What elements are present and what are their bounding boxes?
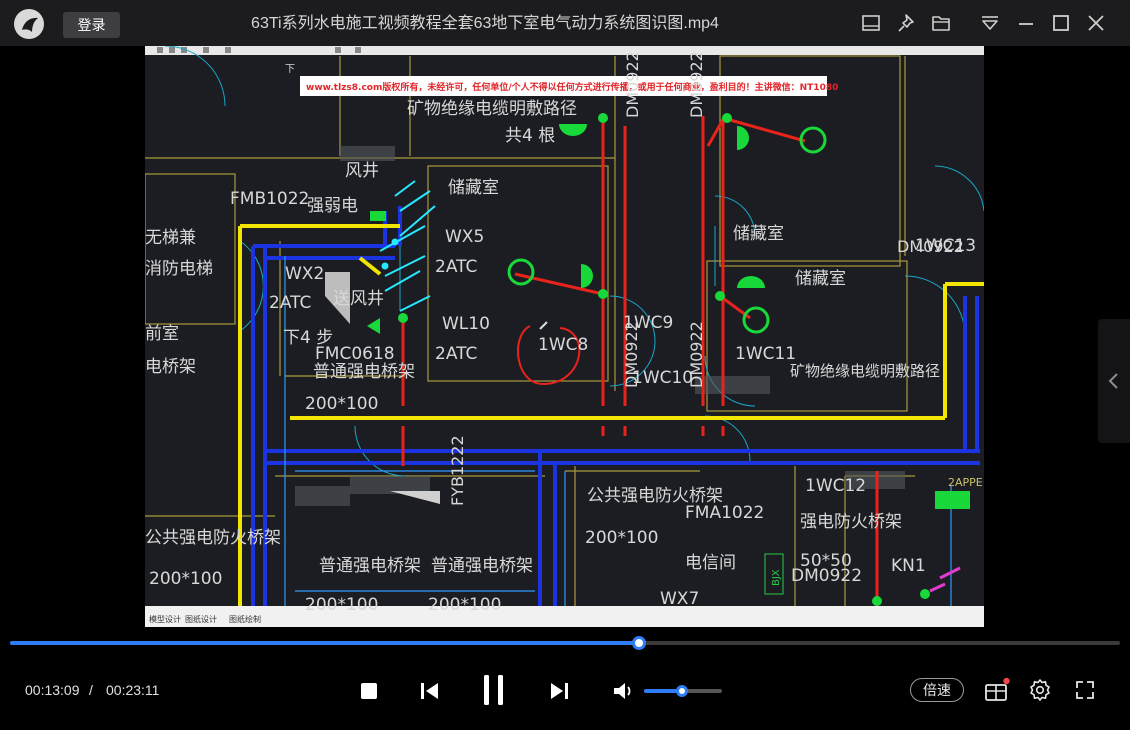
volume-icon: [614, 683, 631, 699]
label-fmb: FMB1022: [230, 189, 309, 209]
label-wc10: 1WC10: [632, 368, 693, 388]
label-cable-route-right: 矿物绝缘电缆明敷路径: [790, 362, 940, 380]
label-dm0922-c: DM0922: [622, 321, 641, 388]
volume-button[interactable]: [611, 680, 635, 707]
video-frame[interactable]: 模型设计 图纸设计 图纸绘制 www.tlzs8.com版权所有，未经许可，任何…: [145, 46, 984, 627]
label-dm0922-d: DM0922: [687, 321, 706, 388]
label-front-room: 前室: [145, 324, 179, 344]
close-icon[interactable]: [1085, 12, 1107, 34]
label-size-4: 200*100: [305, 595, 378, 615]
label-dm0922-b: DM0922: [687, 51, 706, 118]
next-button[interactable]: [547, 680, 571, 707]
label-storage-3: 储藏室: [795, 269, 846, 289]
previous-icon: [421, 683, 438, 699]
side-panel-toggle[interactable]: [1098, 319, 1130, 443]
cad-status-tab-1[interactable]: 模型设计: [149, 614, 181, 624]
current-time: 00:13:09: [25, 682, 80, 698]
gift-icon: [985, 677, 1010, 701]
label-elevator-2: 消防电梯: [145, 259, 213, 279]
video-area[interactable]: 模型设计 图纸设计 图纸绘制 www.tlzs8.com版权所有，未经许可，任何…: [0, 46, 1130, 627]
time-separator: /: [89, 682, 93, 698]
cad-status-tab-3[interactable]: 图纸绘制: [229, 614, 261, 624]
cad-status-tab-2[interactable]: 图纸设计: [185, 614, 217, 624]
label-kn1: KN1: [891, 556, 926, 576]
progress-fill: [10, 641, 640, 645]
label-wx7: WX7: [660, 589, 699, 609]
maximize-icon[interactable]: [1050, 12, 1072, 34]
label-wc11: 1WC11: [735, 344, 796, 364]
app-logo[interactable]: [14, 9, 44, 39]
label-down: 下: [285, 64, 295, 75]
label-atc-1: 2ATC: [435, 257, 477, 277]
pin-icon[interactable]: [896, 12, 918, 34]
label-smoke-shaft: 送风井: [333, 289, 384, 309]
label-atc-2: 2ATC: [269, 293, 311, 313]
label-tray-normal-2: 普通强电桥架: [319, 556, 421, 576]
label-tray-normal-3: 普通强电桥架: [431, 556, 533, 576]
progress-bar[interactable]: [10, 636, 1120, 650]
label-dm0922-a: DM0922: [623, 51, 642, 118]
volume-thumb[interactable]: [676, 685, 689, 697]
label-elevator: 无梯兼: [145, 228, 196, 248]
gift-button[interactable]: [983, 677, 1011, 708]
fullscreen-icon: [1076, 681, 1094, 699]
folder-icon[interactable]: [930, 12, 952, 34]
total-time: 00:23:11: [106, 682, 160, 698]
label-telecom-room: 电信间: [685, 553, 736, 573]
volume-slider[interactable]: [644, 685, 722, 697]
login-button[interactable]: 登录: [63, 12, 120, 38]
label-tray-public-left: 公共强电防火桥架: [145, 528, 281, 548]
cad-drawing: 模型设计 图纸设计 图纸绘制 www.tlzs8.com版权所有，未经许可，任何…: [145, 46, 984, 627]
pause-icon: [484, 675, 503, 705]
label-bridge-left: 电桥架: [145, 357, 196, 377]
settings-icon: [1030, 679, 1050, 701]
label-dmb: DM0922: [897, 237, 964, 256]
menu-icon[interactable]: [979, 12, 1001, 34]
label-fyb: FYB1222: [448, 435, 467, 506]
speed-button[interactable]: 倍速: [910, 678, 964, 702]
title-bar: 登录 63Ti系列水电施工视频教程全套63地下室电气动力系统图识图.mp4: [0, 0, 1130, 46]
label-fmc: FMC0618: [315, 344, 395, 364]
label-wind-shaft: 风井: [345, 161, 379, 181]
label-2appe: 2APPE: [948, 476, 983, 489]
label-storage-2: 储藏室: [733, 224, 784, 244]
label-bjx: BJX: [771, 569, 782, 586]
control-bar: 00:13:09 / 00:23:11 倍速: [0, 627, 1130, 730]
mini-player-icon[interactable]: [860, 12, 882, 34]
cad-status-bar: [145, 606, 984, 627]
label-atc-3: 2ATC: [435, 344, 477, 364]
settings-button[interactable]: [1028, 678, 1052, 707]
label-fire-tray: 强电防火桥架: [800, 512, 902, 532]
previous-button[interactable]: [418, 680, 442, 707]
window-title: 63Ti系列水电施工视频教程全套63地下室电气动力系统图识图.mp4: [251, 15, 719, 32]
label-wl10: WL10: [442, 314, 490, 334]
label-wx5: WX5: [445, 227, 484, 247]
cad-toolbar: [145, 46, 984, 55]
chevron-left-icon: [1108, 373, 1118, 389]
next-icon: [551, 683, 568, 699]
label-size-1: 200*100: [305, 394, 378, 414]
pause-button[interactable]: [481, 674, 507, 711]
label-size-5: 200*100: [428, 595, 501, 615]
minimize-icon[interactable]: [1015, 12, 1037, 34]
leaf-icon: [22, 17, 38, 32]
label-size-2: 200*100: [585, 528, 658, 548]
stop-icon: [361, 683, 377, 699]
label-wx2: WX2: [285, 264, 324, 284]
label-count: 共4 根: [505, 126, 555, 146]
label-strong-weak: 强弱电: [307, 196, 358, 216]
label-wc12: 1WC12: [805, 476, 866, 496]
fullscreen-button[interactable]: [1074, 679, 1096, 706]
label-dm0922-e: DM0922: [791, 566, 862, 586]
label-size-3: 200*100: [149, 569, 222, 589]
progress-thumb[interactable]: [632, 636, 647, 650]
label-cable-route-top: 矿物绝缘电缆明敷路径: [407, 99, 577, 119]
label-wc8: 1WC8: [538, 335, 588, 355]
stop-button[interactable]: [359, 681, 379, 706]
label-storage-1: 储藏室: [448, 178, 499, 198]
label-tray-normal-1: 普通强电桥架: [313, 362, 415, 382]
label-fma: FMA1022: [685, 503, 764, 523]
watermark-text: www.tlzs8.com版权所有，未经许可，任何单位/个人不得以任何方式进行传…: [306, 81, 838, 93]
